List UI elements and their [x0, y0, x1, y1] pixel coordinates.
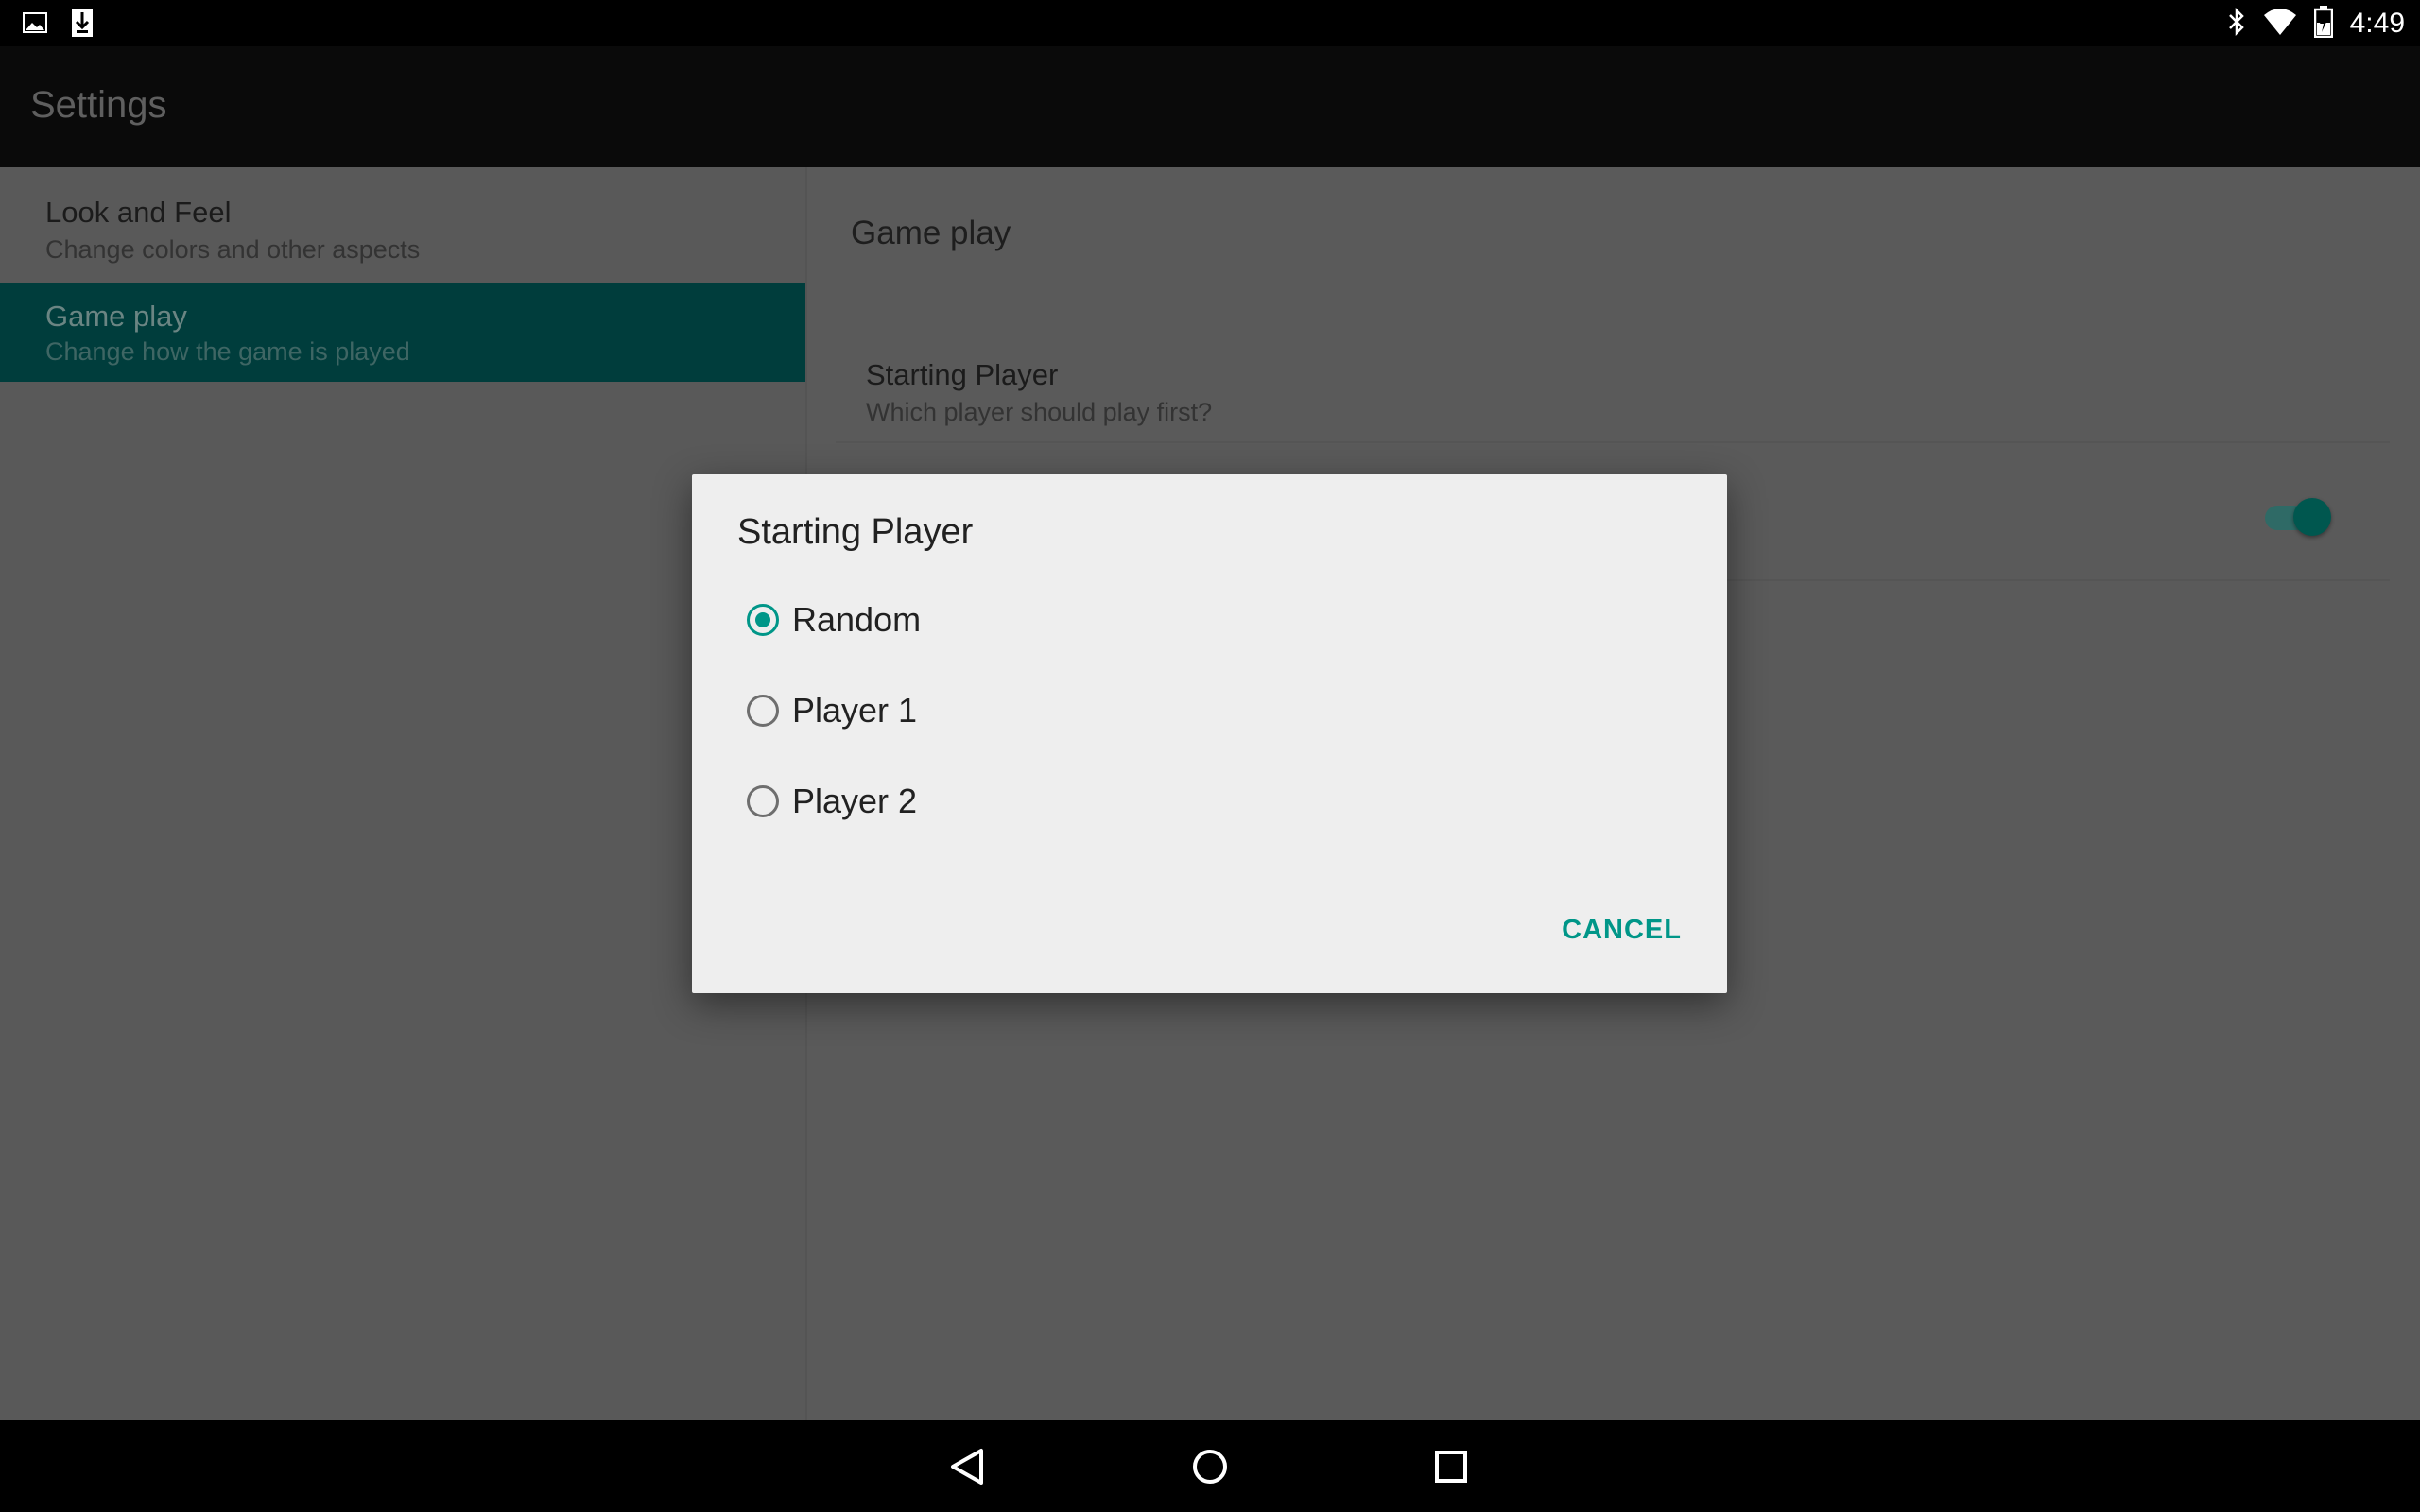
- pref-title: Starting Player: [866, 358, 1059, 391]
- option-random[interactable]: Random: [747, 592, 921, 648]
- detail-title: Game play: [851, 215, 1011, 251]
- recents-icon[interactable]: [1426, 1441, 1477, 1492]
- gallery-icon: [23, 10, 47, 40]
- status-notifications: [23, 8, 95, 43]
- radio-button-checked[interactable]: [747, 604, 779, 636]
- pref-summary: Which player should play first?: [866, 398, 1213, 426]
- pref-starting-player[interactable]: Starting Player Which player should play…: [836, 318, 2390, 443]
- navigation-bar: [0, 1420, 2420, 1512]
- header-item-summary: Change colors and other aspects: [45, 235, 421, 264]
- starting-player-dialog: Starting Player Random Player 1 Player 2…: [692, 474, 1727, 993]
- switch-thumb: [2293, 498, 2331, 536]
- radio-button[interactable]: [747, 785, 779, 817]
- header-item-title: Look and Feel: [45, 196, 232, 229]
- app-title: Settings: [30, 84, 167, 126]
- app-bar: Settings: [0, 46, 2420, 167]
- status-time: 4:49: [2349, 8, 2405, 39]
- option-player-2[interactable]: Player 2: [747, 773, 917, 830]
- status-system: 4:49: [2227, 5, 2405, 43]
- battery-icon: [2313, 5, 2333, 43]
- option-label: Player 1: [792, 691, 918, 730]
- dialog-title: Starting Player: [737, 512, 974, 552]
- radio-button[interactable]: [747, 695, 779, 727]
- toggle-switch[interactable]: [2265, 498, 2331, 536]
- cancel-button[interactable]: CANCEL: [1562, 915, 1682, 946]
- header-item-look-and-feel[interactable]: Look and Feel Change colors and other as…: [0, 167, 805, 266]
- home-icon[interactable]: [1184, 1441, 1236, 1492]
- headers-pane: Look and Feel Change colors and other as…: [0, 167, 807, 1420]
- option-label: Random: [792, 600, 922, 639]
- option-label: Player 2: [792, 782, 918, 820]
- header-item-summary: Change how the game is played: [45, 337, 410, 366]
- wifi-icon: [2263, 8, 2297, 41]
- bluetooth-icon: [2227, 7, 2246, 42]
- screen: 4:49 Settings Look and Feel Change color…: [0, 0, 2420, 1512]
- option-player-1[interactable]: Player 1: [747, 682, 917, 739]
- back-icon[interactable]: [943, 1441, 994, 1492]
- header-item-title: Game play: [45, 300, 187, 333]
- download-icon: [70, 8, 95, 43]
- header-item-game-play[interactable]: Game play Change how the game is played: [0, 283, 805, 382]
- status-bar: 4:49: [0, 0, 2420, 46]
